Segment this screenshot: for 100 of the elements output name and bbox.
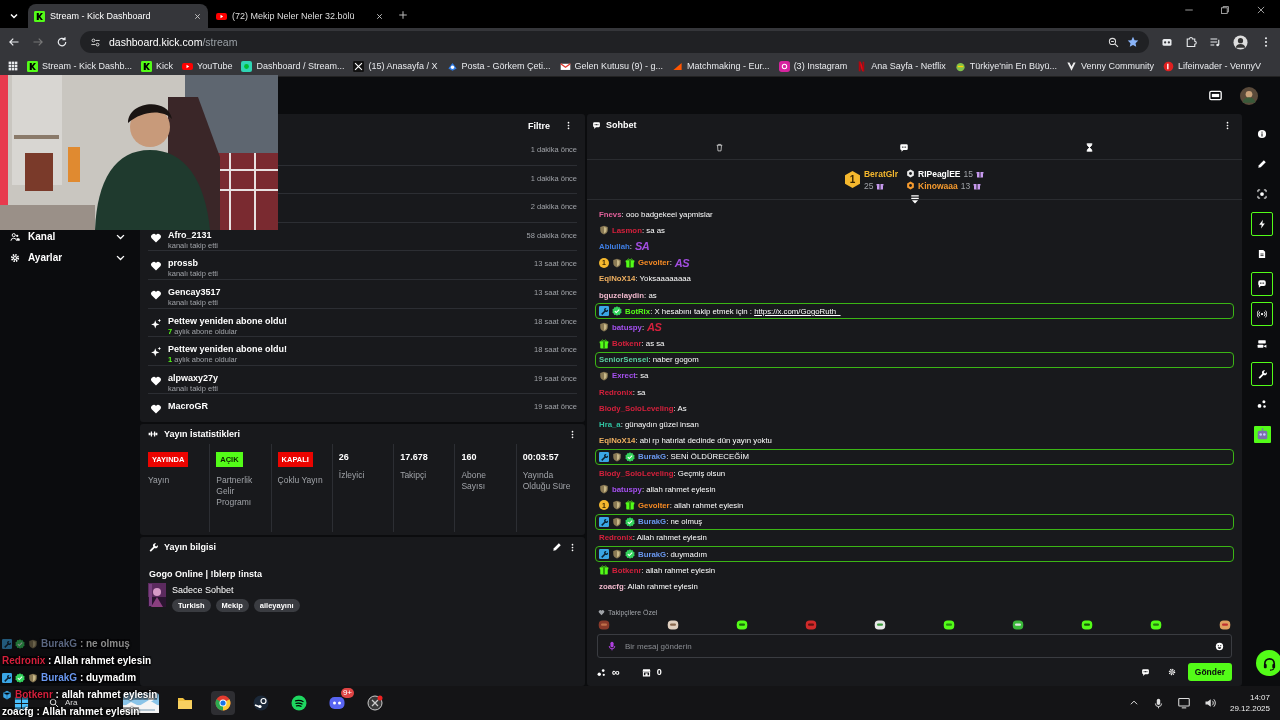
emoji-icon[interactable]	[1215, 641, 1224, 651]
bookmark-link[interactable]: (15) Anasayfa / X	[368, 61, 438, 71]
close-icon[interactable]	[193, 11, 202, 21]
search-field[interactable]: Ara	[65, 699, 78, 706]
bookmark-link[interactable]: Matchmaking - Eur...	[687, 61, 770, 71]
browser-tab[interactable]: (72) Mekip Neler Neler 32.bölü	[210, 4, 390, 28]
address-bar[interactable]: dashboard.kick.com/stream	[80, 31, 1149, 53]
chat-icon[interactable]	[1140, 667, 1150, 677]
gift-badge-icon	[625, 500, 635, 511]
bookmark-link[interactable]: Posta - Görkem Çeti...	[461, 61, 551, 71]
profile-avatar-icon[interactable]	[1233, 34, 1248, 50]
rank-badge: 1	[845, 171, 860, 188]
back-icon[interactable]	[8, 36, 20, 48]
clock-time[interactable]: 14:07	[1249, 693, 1270, 702]
emote-icon[interactable]	[874, 619, 886, 631]
settings-icon[interactable]	[1167, 668, 1176, 676]
bookmark-link[interactable]: Dashboard / Stream...	[256, 61, 345, 71]
trash-icon[interactable]	[714, 143, 724, 152]
browser-icon[interactable]	[215, 695, 231, 711]
steam-icon[interactable]	[253, 695, 269, 711]
bookmark-link[interactable]: Ana Sayfa - Netflix	[871, 61, 946, 71]
headset-icon[interactable]	[1261, 655, 1277, 671]
bookmark-link[interactable]: Kick	[156, 61, 174, 71]
emote-icon[interactable]	[1012, 619, 1024, 631]
emote-icon[interactable]	[1150, 619, 1162, 631]
message-field[interactable]: Bir mesaj gönderin	[597, 634, 1232, 658]
gift-icon	[976, 169, 984, 178]
wrench-badge-icon	[2, 673, 12, 683]
folder-icon[interactable]	[177, 695, 193, 711]
circles-icon	[1257, 399, 1267, 409]
puzzle-icon[interactable]	[1185, 36, 1197, 48]
panel-title: Yayın İstatistikleri	[164, 429, 242, 439]
edit-icon[interactable]	[552, 542, 562, 552]
bookmark-link[interactable]: Türkiye'nin En Büyü...	[969, 61, 1057, 71]
new-tab-icon[interactable]	[398, 10, 408, 20]
chat-button[interactable]	[1251, 272, 1273, 296]
close-icon[interactable]	[375, 11, 384, 21]
sparkle-icon	[150, 317, 162, 330]
expand-icon[interactable]	[909, 194, 920, 204]
site-icon	[559, 60, 571, 72]
check-badge-icon	[625, 516, 635, 527]
info-icon	[1257, 129, 1267, 139]
emote-icon[interactable]	[667, 619, 679, 631]
shield-badge-icon	[612, 549, 622, 560]
forward-icon[interactable]	[32, 36, 44, 48]
shield-badge-icon	[599, 370, 609, 381]
apps-icon[interactable]	[8, 61, 18, 71]
filter-button[interactable]: Filtre	[528, 120, 550, 131]
clock-date[interactable]: 29.12.2025	[1229, 704, 1270, 713]
site-icon	[353, 60, 365, 72]
bookmark-link[interactable]: Gelen Kutusu (9) - g...	[574, 61, 664, 71]
extension-icon[interactable]	[1161, 36, 1173, 48]
site-icon	[954, 60, 966, 72]
screen-icon[interactable]	[1209, 89, 1222, 102]
music-icon[interactable]	[291, 695, 307, 711]
zoom-icon[interactable]	[1108, 36, 1119, 48]
bookmark-link[interactable]: (3) Instagram	[793, 61, 848, 71]
speaker-icon[interactable]	[1203, 697, 1216, 709]
app-icon[interactable]	[367, 695, 383, 711]
close-icon[interactable]	[1256, 5, 1266, 15]
site-info-icon	[90, 36, 101, 48]
emote-icon[interactable]	[943, 619, 955, 631]
lightning-button[interactable]	[1251, 212, 1273, 236]
robot-icon	[1253, 425, 1271, 443]
caret-up-icon[interactable]	[1128, 698, 1139, 708]
gift-badge-icon	[625, 257, 635, 268]
nav-item[interactable]: Kanal	[28, 231, 107, 242]
bookmark-link[interactable]: Stream - Kick Dashb...	[42, 61, 133, 71]
shield-badge-icon	[612, 451, 622, 462]
emote: SA	[634, 240, 650, 253]
hourglass-icon[interactable]	[1085, 143, 1095, 152]
activity-title: Pettew yeniden abone oldu!	[168, 344, 288, 356]
browser-tab[interactable]: Stream - Kick Dashboard	[28, 4, 208, 28]
gift-badge-icon	[599, 565, 609, 576]
avatar-icon[interactable]	[1240, 86, 1258, 105]
lightning-icon	[1257, 219, 1267, 229]
wrench-badge-icon	[599, 451, 609, 462]
send-button[interactable]: Gönder	[1187, 663, 1232, 681]
bookmark-link[interactable]: YouTube	[197, 61, 233, 71]
star-icon[interactable]	[1127, 36, 1139, 48]
reload-icon[interactable]	[56, 36, 68, 48]
game-controller-icon[interactable]	[329, 695, 345, 711]
bookmark-link[interactable]: Venny Community	[1080, 61, 1154, 71]
emote-icon[interactable]	[736, 619, 748, 631]
bookmark-link[interactable]: Lifeinvader - VennyV	[1178, 61, 1262, 71]
store-icon[interactable]	[641, 667, 651, 677]
emote-icon[interactable]	[1219, 619, 1231, 631]
microphone-icon[interactable]	[1152, 697, 1164, 709]
wrench-button[interactable]	[1251, 362, 1273, 386]
heart-icon	[150, 260, 162, 273]
emote-icon[interactable]	[1081, 619, 1093, 631]
heart-icon	[150, 374, 162, 387]
site-icon	[1163, 60, 1174, 72]
media-icon[interactable]	[1209, 36, 1221, 48]
monitor-icon[interactable]	[1177, 697, 1190, 709]
search-icon[interactable]	[49, 698, 59, 708]
chat-icon[interactable]	[899, 142, 910, 153]
nav-item[interactable]: Ayarlar	[28, 252, 107, 263]
restore-icon[interactable]	[1220, 5, 1230, 15]
broadcast-button[interactable]	[1251, 302, 1273, 326]
